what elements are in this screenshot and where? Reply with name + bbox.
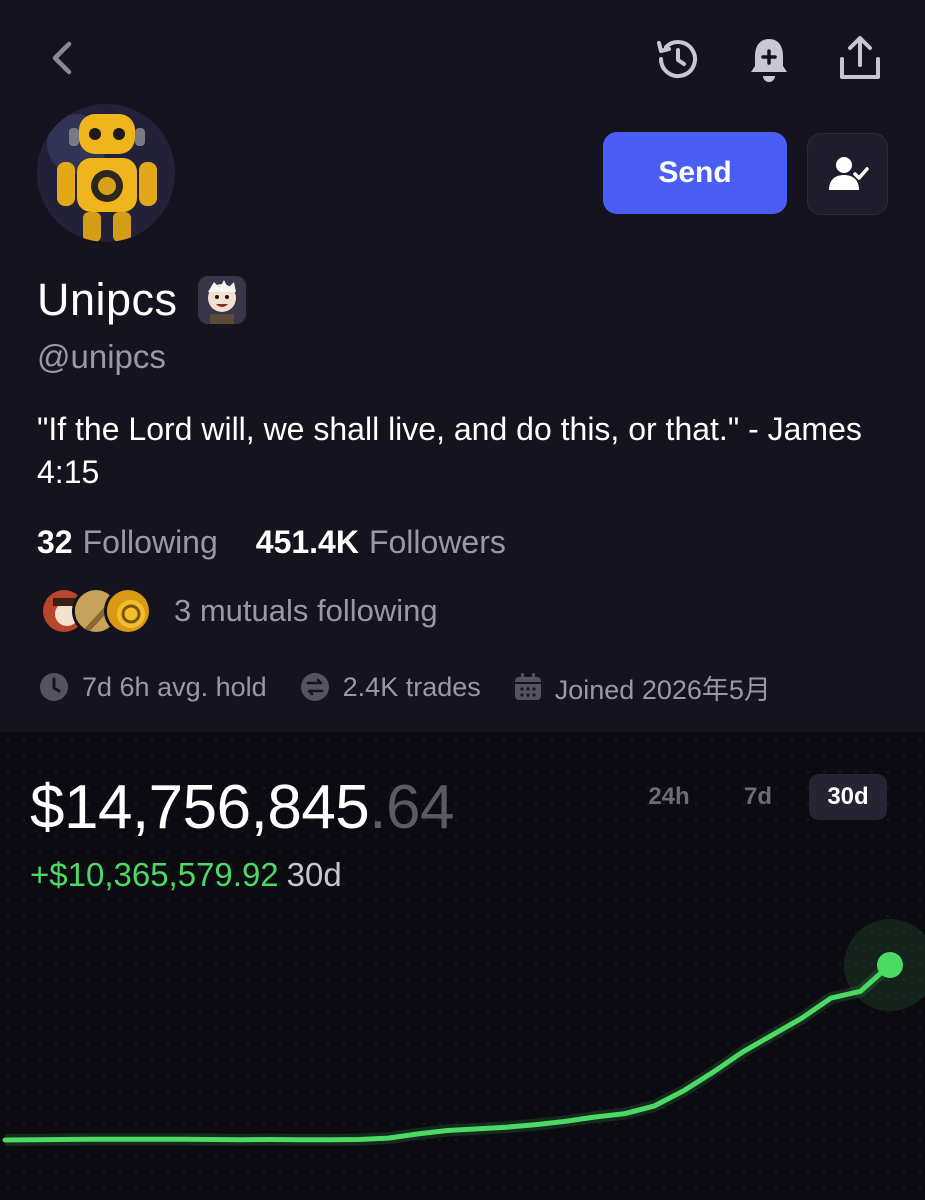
followers-label: Followers xyxy=(368,524,506,560)
history-icon xyxy=(657,40,697,79)
followers-count: 451.4K xyxy=(255,524,359,560)
following-count: 32 xyxy=(37,524,73,560)
trades-text: 2.4K trades xyxy=(342,671,481,702)
trades: 2.4K trades xyxy=(299,671,481,703)
series-line xyxy=(2,962,893,1143)
range-30d[interactable]: 30d xyxy=(809,774,887,820)
balance-main: $14,756,845 xyxy=(30,773,370,842)
portfolio-balance: $14,756,845.64 xyxy=(30,772,454,843)
robot-avatar-icon xyxy=(37,104,175,242)
series-line-glow xyxy=(4,960,894,1146)
clock-icon xyxy=(40,673,68,701)
range-24h[interactable]: 24h xyxy=(634,774,704,820)
balance-cents: .64 xyxy=(369,773,454,842)
following-stat[interactable]: 32 Following xyxy=(37,524,218,561)
joined: Joined 2026年5月 xyxy=(513,668,771,707)
following-label: Following xyxy=(82,524,218,560)
handle: @unipcs xyxy=(37,338,166,375)
follow-stats: 32 Following 451.4K Followers xyxy=(37,524,506,561)
avg-hold: 7d 6h avg. hold xyxy=(38,671,267,703)
profile-badge-icon xyxy=(197,276,246,324)
share-icon xyxy=(840,36,880,79)
avatar[interactable] xyxy=(37,104,175,242)
change-amount: +$10,365,579.92 xyxy=(30,856,279,893)
back-button[interactable] xyxy=(40,36,84,80)
share-button[interactable] xyxy=(832,30,888,86)
mutuals-row[interactable]: 3 mutuals following xyxy=(40,586,438,636)
display-name: Unipcs xyxy=(37,274,178,325)
avg-hold-text: 7d 6h avg. hold xyxy=(82,671,267,702)
chevron-left-icon xyxy=(52,41,72,75)
followers-stat[interactable]: 451.4K Followers xyxy=(256,524,506,561)
range-7d[interactable]: 7d xyxy=(728,774,788,820)
portfolio-chart xyxy=(2,919,925,1146)
profile-page: Send Unipcs @unipcs "If the Lord will, w… xyxy=(0,0,925,1200)
top-bar xyxy=(0,0,925,110)
follow-button[interactable] xyxy=(807,133,888,215)
name-row: Unipcs xyxy=(37,272,246,328)
calendar-icon xyxy=(514,673,541,700)
joined-text: Joined 2026年5月 xyxy=(554,674,771,705)
bio: "If the Lord will, we shall live, and do… xyxy=(37,411,862,490)
portfolio-change: +$10,365,579.92 30d xyxy=(30,856,342,894)
bell-plus-icon xyxy=(751,39,787,82)
profile-meta: 7d 6h avg. hold 2.4K trades Joined 2026年… xyxy=(38,668,771,706)
last-point-marker[interactable] xyxy=(877,952,903,978)
user-check-icon xyxy=(828,157,869,190)
change-period: 30d xyxy=(286,856,342,893)
swap-icon xyxy=(300,673,329,701)
mutuals-text: 3 mutuals following xyxy=(174,593,438,628)
send-button[interactable]: Send xyxy=(603,132,787,214)
notify-button[interactable] xyxy=(742,32,796,86)
history-button[interactable] xyxy=(650,32,704,86)
mutual-avatar xyxy=(104,587,152,635)
